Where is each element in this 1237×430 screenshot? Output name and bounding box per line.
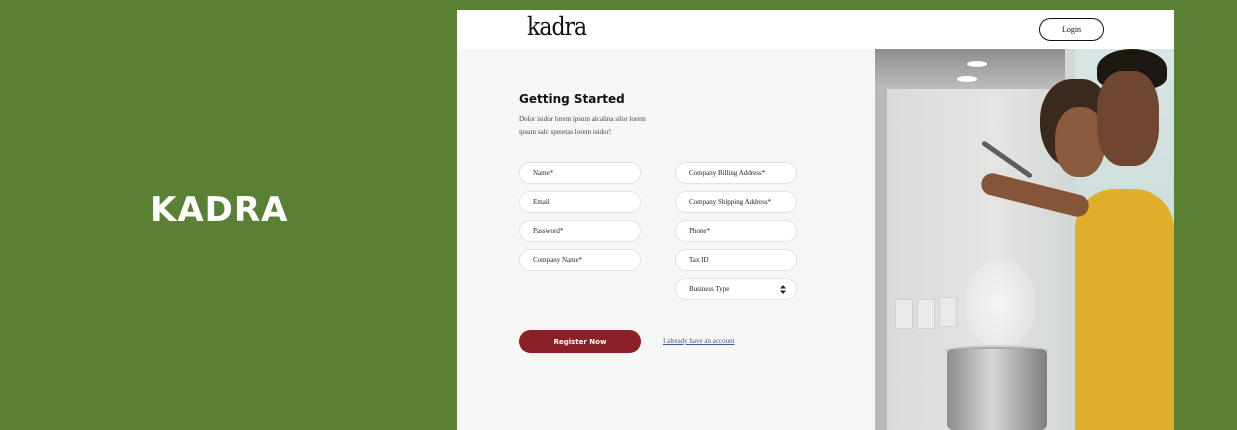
name-field[interactable]: Name*: [519, 162, 641, 184]
registration-form: Getting Started Dolor isidor lorem ipsum…: [457, 49, 875, 430]
wall-tile: [917, 299, 935, 329]
header-bar: kadra Login: [457, 10, 1174, 49]
business-type-select[interactable]: Business Type: [675, 278, 797, 300]
cooking-pot: [947, 349, 1047, 430]
sort-caret-icon: [780, 284, 786, 294]
yellow-shirt: [1075, 189, 1174, 430]
wall-tile: [939, 297, 957, 327]
shipping-address-field[interactable]: Company Shipping Address*: [675, 191, 797, 213]
kadra-logo[interactable]: kadra: [527, 13, 587, 42]
register-button[interactable]: Register Now: [519, 330, 641, 353]
steam: [965, 259, 1035, 349]
tax-id-field[interactable]: Tax ID: [675, 249, 797, 271]
hood-light: [967, 61, 987, 67]
cabinet: [875, 89, 887, 430]
login-button[interactable]: Login: [1039, 18, 1104, 41]
range-hood: [875, 49, 1065, 89]
form-title: Getting Started: [519, 92, 625, 106]
billing-address-field[interactable]: Company Billing Address*: [675, 162, 797, 184]
wall-tile: [895, 299, 913, 329]
phone-field[interactable]: Phone*: [675, 220, 797, 242]
company-name-field[interactable]: Company Name*: [519, 249, 641, 271]
app-window: kadra Login Getting Started Dolor isidor…: [457, 10, 1174, 430]
hood-light: [957, 76, 977, 82]
cooking-couple-photo: [875, 49, 1174, 430]
email-field[interactable]: Email: [519, 191, 641, 213]
business-type-value: Business Type: [689, 285, 730, 293]
login-link[interactable]: I already have an account: [663, 337, 735, 345]
form-description: Dolor isidor lorem ipsum alcalina silor …: [519, 115, 646, 136]
password-field[interactable]: Password*: [519, 220, 641, 242]
banner-title: KADRA: [150, 190, 289, 230]
man-face: [1097, 71, 1159, 166]
